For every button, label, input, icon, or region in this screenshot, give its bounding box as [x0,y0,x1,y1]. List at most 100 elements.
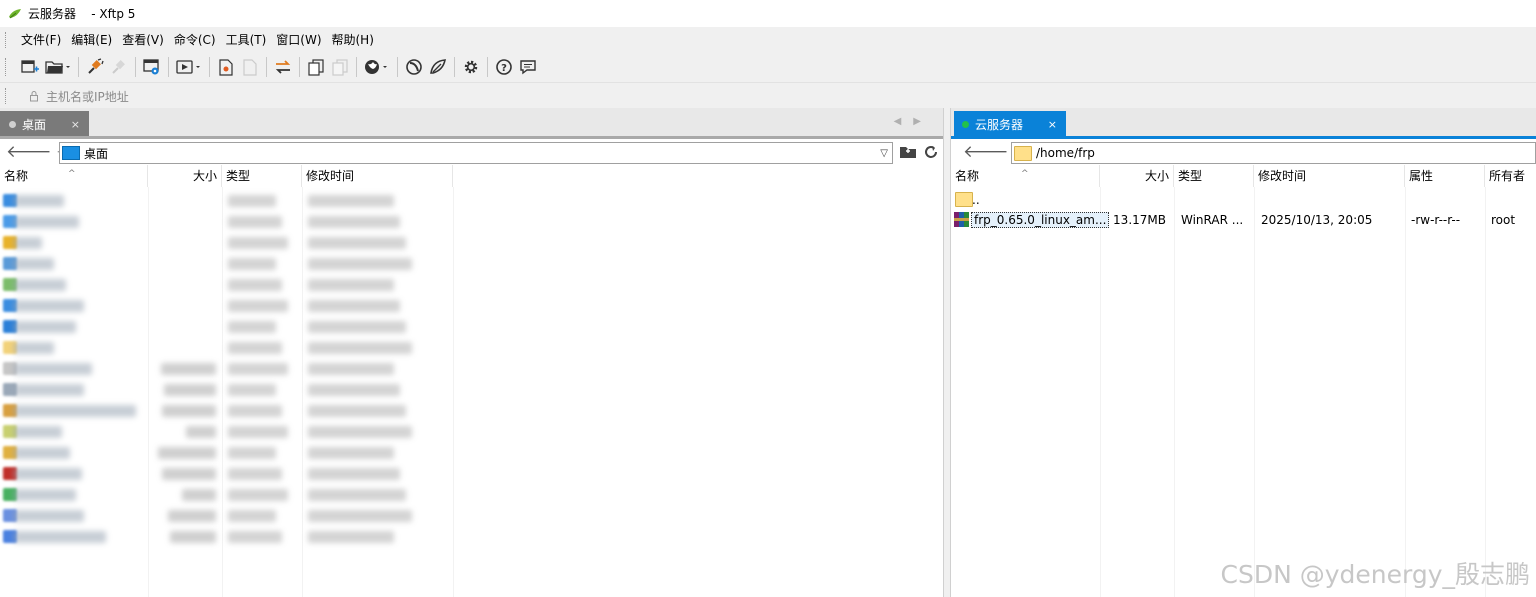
toolbar-separator [168,57,169,77]
connect-button[interactable] [84,56,106,78]
blurred-file-name [14,195,64,207]
address-bar: 主机名或IP地址 [0,82,1536,109]
blurred-file-type [228,195,276,207]
col-type-header[interactable]: 类型 [222,165,302,187]
blurred-file-type [228,489,288,501]
blurred-file-name [14,321,76,333]
sort-ascending-icon: ^ [68,169,76,179]
tab-close-icon[interactable]: × [1048,118,1057,131]
connect-plug-icon [88,58,104,74]
back-arrow-icon[interactable]: 🡐 [963,143,1009,161]
blurred-file-name [14,300,84,312]
xshell-button[interactable] [403,56,425,78]
col-modified-header[interactable]: 修改时间 [1254,165,1405,187]
speech-bubble-icon [520,60,536,75]
file-name: frp_0.65.0_linux_am... [971,210,1110,231]
blurred-file-type [228,237,288,249]
pane-splitter[interactable] [943,108,951,597]
blurred-file-name [14,468,82,480]
col-owner-header[interactable]: 所有者 [1485,165,1536,187]
col-attr-header[interactable]: 属性 [1405,165,1485,187]
blurred-file-size [162,405,216,417]
file-owner: root [1491,213,1516,227]
menu-view[interactable]: 查看(V) [117,31,169,48]
list-item-parent-dir[interactable]: .. [951,189,1536,210]
gear-icon [464,60,478,74]
tab-desktop[interactable]: 桌面 × [0,111,89,137]
menubar-grip [5,31,8,48]
list-item-frp-archive[interactable]: frp_0.65.0_linux_am... 13.17MB WinRAR ..… [951,210,1536,231]
swap-arrows-icon [275,60,291,74]
copy-button[interactable] [305,56,327,78]
col-size-header[interactable]: 大小 [1100,165,1174,187]
blurred-file-size [162,468,216,480]
paste-icon [332,58,348,76]
chevron-down-icon[interactable]: ▽ [880,148,888,159]
new-folder-icon[interactable] [899,144,917,160]
help-button[interactable]: ? [493,56,515,78]
blurred-file-type [228,531,282,543]
menu-file[interactable]: 文件(F) [16,31,66,48]
new-session-button[interactable] [19,56,41,78]
col-modified-header[interactable]: 修改时间 [302,165,453,187]
blurred-file-name [14,489,76,501]
title-bar: 云服务器 - Xftp 5 [0,0,1536,27]
col-name-header[interactable]: 名称 ^ [0,165,148,187]
new-file-button[interactable] [215,56,237,78]
tab-status-dot [9,120,16,128]
blurred-file-name [14,258,54,270]
feedback-button[interactable] [517,56,539,78]
blurred-file-type [228,258,276,270]
right-path-combo[interactable]: /home/frp [1011,142,1536,164]
addressbar-grip [5,88,8,104]
new-session-icon [21,60,39,73]
toolbar-separator [135,57,136,77]
file-type: WinRAR ... [1181,213,1244,227]
refresh-icon[interactable] [922,143,940,161]
menu-help[interactable]: 帮助(H) [327,31,379,48]
blurred-file-name [14,405,136,417]
col-name-header[interactable]: 名称 ^ [951,165,1100,187]
file-attributes: -rw-r--r-- [1411,213,1461,227]
back-arrow-icon[interactable]: 🡐 [6,143,52,161]
menu-window[interactable]: 窗口(W) [271,31,326,48]
options-button[interactable] [460,56,482,78]
session-properties-icon [143,59,159,75]
blurred-file-size [170,531,216,543]
tab-cloud-server[interactable]: 云服务器 × [954,111,1066,137]
left-path-combo[interactable]: 桌面 ▽ [59,142,893,164]
sync-button[interactable] [272,56,294,78]
xftp-leaf-button[interactable] [427,56,449,78]
column-gridline [148,187,149,597]
toolbar-separator [299,57,300,77]
blurred-file-size [168,510,216,522]
menu-edit[interactable]: 编辑(E) [66,31,117,48]
column-gridline [1485,187,1486,597]
file-modified: 2025/10/13, 20:05 [1261,213,1373,227]
col-type-header[interactable]: 类型 [1174,165,1254,187]
blurred-file-name [14,363,92,375]
right-tab-strip: 云服务器 × [951,108,1536,137]
left-path-row: 🡐 🡒 桌面 ▽ [0,139,943,165]
new-file-disabled-button[interactable] [239,56,261,78]
properties-button[interactable] [141,56,163,78]
encoding-button[interactable] [362,56,392,78]
blurred-file-modified [308,468,400,480]
paste-button[interactable] [329,56,351,78]
blurred-file-name [14,237,42,249]
menu-command[interactable]: 命令(C) [169,31,221,48]
blurred-file-type [228,279,282,291]
open-session-button[interactable] [43,56,73,78]
blurred-file-modified [308,237,406,249]
col-size-header[interactable]: 大小 [148,165,222,187]
transfer-button[interactable] [174,56,204,78]
blurred-file-modified [308,531,394,543]
folder-icon [1014,145,1032,161]
menu-tools[interactable]: 工具(T) [221,31,272,48]
blurred-file-name [14,426,62,438]
blurred-file-name [14,531,106,543]
tab-scroll-arrows-icon[interactable]: ◀▶ [894,116,933,127]
disconnect-button[interactable] [108,56,130,78]
tab-close-icon[interactable]: × [71,118,80,131]
host-address-input[interactable]: 主机名或IP地址 [46,88,129,105]
